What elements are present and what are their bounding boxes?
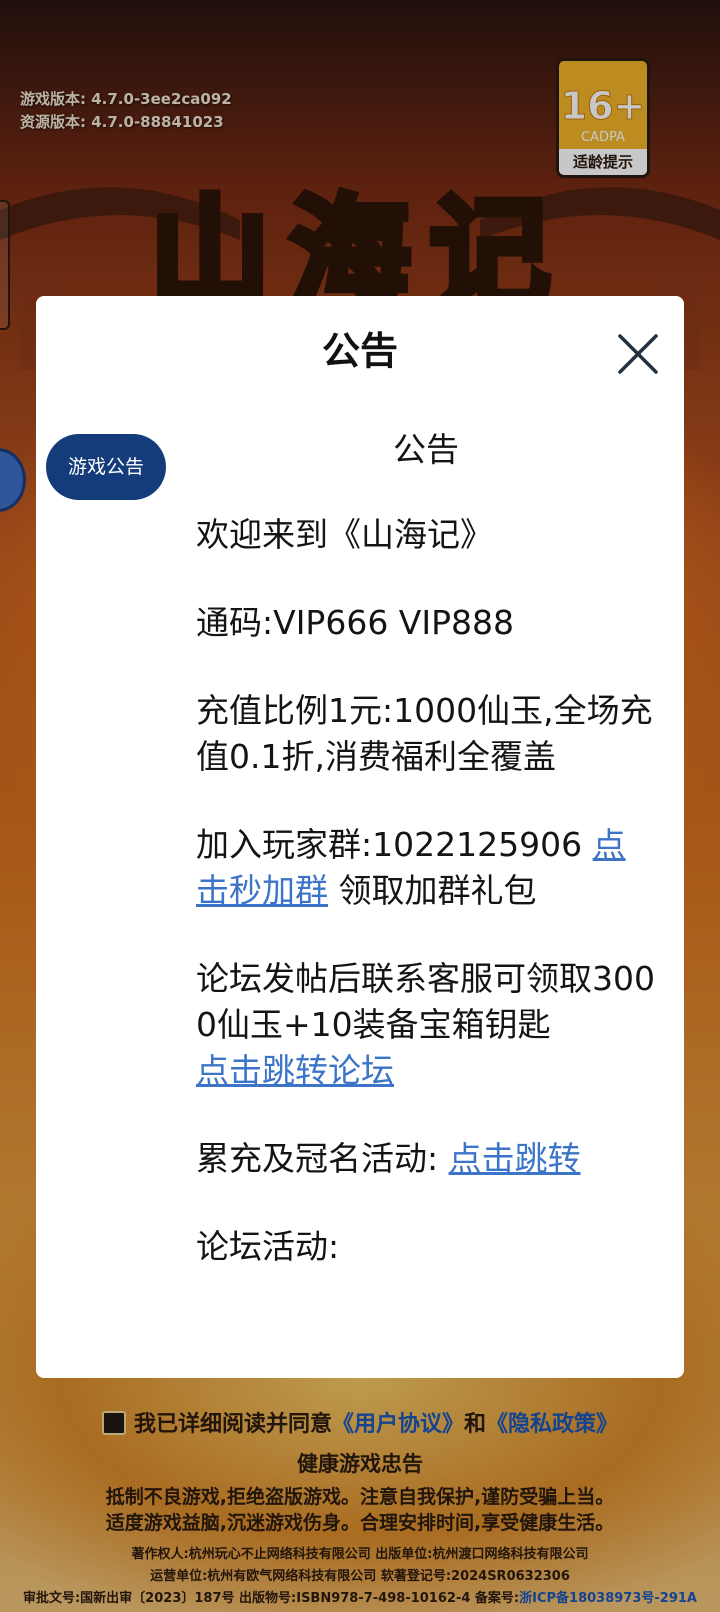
- forum-paragraph: 论坛发帖后联系客服可领取3000仙玉+10装备宝箱钥匙点击跳转论坛: [196, 956, 656, 1094]
- group-suffix: 领取加群礼包: [328, 871, 537, 910]
- recharge-text: 充值比例1元:1000仙玉,全场充值0.1折,消费福利全覆盖: [196, 691, 653, 776]
- event-paragraph: 累充及冠名活动: 点击跳转: [196, 1136, 656, 1182]
- welcome-text: 欢迎来到《山海记》: [196, 515, 493, 554]
- announcement-modal: 公告 游戏公告 公告 欢迎来到《山海记》 通码:VIP666 VIP888 充值…: [36, 296, 684, 1378]
- announcement-content: 公告 欢迎来到《山海记》 通码:VIP666 VIP888 充值比例1元:100…: [196, 426, 656, 1312]
- tab-game-announcement[interactable]: 游戏公告: [46, 434, 166, 500]
- forum-link[interactable]: 点击跳转论坛: [196, 1051, 394, 1090]
- forum-activity-text: 论坛活动:: [196, 1227, 340, 1266]
- event-text: 累充及冠名活动:: [196, 1139, 449, 1178]
- event-link[interactable]: 点击跳转: [449, 1139, 581, 1178]
- close-icon[interactable]: [616, 332, 660, 376]
- forum-text: 论坛发帖后联系客服可领取3000仙玉+10装备宝箱钥匙: [196, 959, 655, 1044]
- modal-title: 公告: [321, 329, 398, 373]
- codes-text: 通码:VIP666 VIP888: [196, 603, 514, 642]
- group-text: 加入玩家群:1022125906: [196, 825, 593, 864]
- announcement-heading: 公告: [393, 430, 459, 469]
- group-paragraph: 加入玩家群:1022125906 点击秒加群 领取加群礼包: [196, 822, 656, 914]
